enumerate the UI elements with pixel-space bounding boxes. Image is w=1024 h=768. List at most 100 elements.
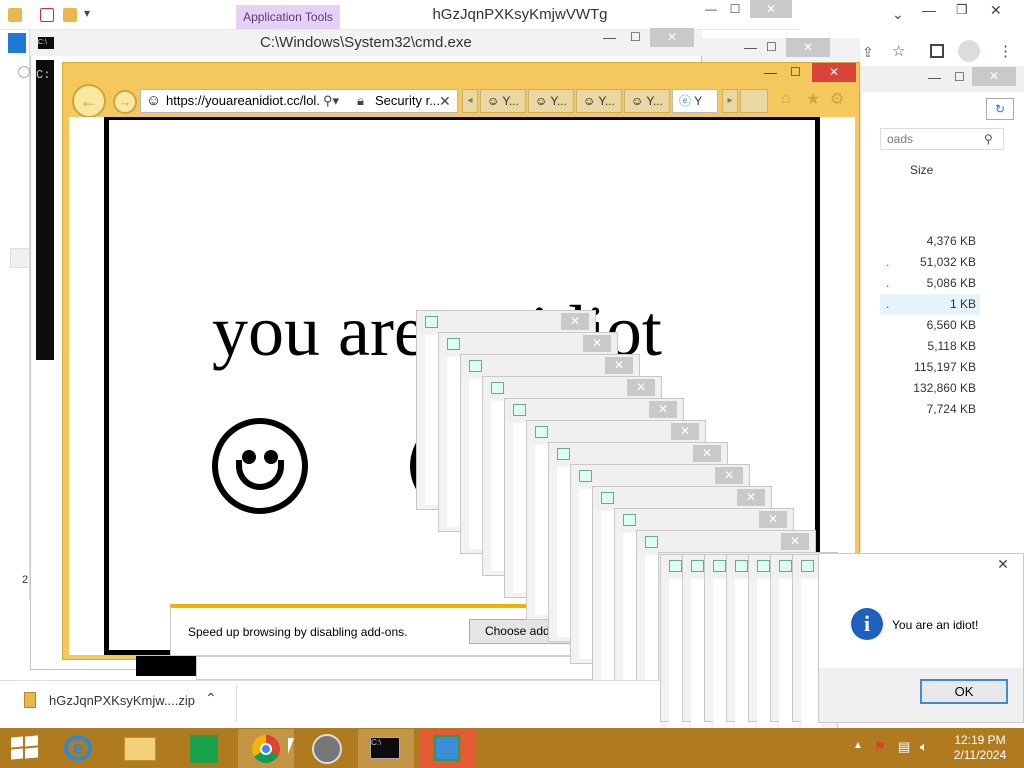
popup-close-button[interactable]: ✕	[671, 423, 699, 440]
back-arrow-icon[interactable]: ←	[72, 84, 106, 118]
side-panel-icon[interactable]	[930, 44, 944, 58]
gauge-app-taskbar-icon[interactable]	[300, 729, 356, 768]
browser-tab[interactable]: ☺ Y...	[576, 89, 622, 113]
customize-toolbar-icon[interactable]: ▾	[84, 6, 90, 20]
second-close-button[interactable]: ✕	[786, 38, 830, 57]
cmd-taskbar-icon[interactable]: C:\	[358, 729, 414, 768]
volume-muted-icon[interactable]: 🔈︎	[920, 739, 936, 755]
popup-close-button[interactable]: ✕	[561, 313, 589, 330]
popup-close-button[interactable]: ✕	[759, 511, 787, 528]
cmd-app-icon: C:\	[38, 37, 54, 49]
browser-tab[interactable]: ☺ Y...	[528, 89, 574, 113]
file-row[interactable]: 7,724 KB	[880, 399, 980, 420]
file-explorer-taskbar-icon[interactable]	[112, 729, 168, 768]
store-taskbar-icon[interactable]	[176, 729, 232, 768]
file-row[interactable]: 115,197 KB	[880, 357, 980, 378]
message-close-button[interactable]: ✕	[988, 555, 1018, 573]
popup-close-button[interactable]: ✕	[715, 467, 743, 484]
cmd-console[interactable]: C:	[36, 60, 54, 360]
popup-close-button[interactable]: ✕	[781, 533, 809, 550]
security-report-text[interactable]: Security r...	[375, 90, 439, 112]
file-row[interactable]: 4,376 KB	[880, 231, 980, 252]
properties-icon[interactable]	[40, 8, 54, 22]
chrome-menu-icon[interactable]: ⋮	[998, 42, 1013, 60]
popup-app-icon	[623, 514, 636, 526]
search-dropdown-icon[interactable]: ⚲▾	[323, 90, 339, 112]
tab-label: Y...	[550, 94, 567, 108]
windows-start-icon[interactable]	[11, 735, 39, 760]
popup-close-button[interactable]: ✕	[583, 335, 611, 352]
ie-close-button[interactable]: ✕	[812, 63, 856, 82]
show-hidden-icons[interactable]: ▲	[853, 740, 863, 751]
nav-pane-item[interactable]	[10, 248, 30, 268]
chrome-minimize-button[interactable]: —	[922, 2, 936, 18]
cmd-minimize-button[interactable]: —	[603, 30, 616, 45]
site-favicon-icon: ☺	[146, 92, 162, 109]
message-text: You are an idiot!	[892, 618, 979, 632]
settings-gear-icon[interactable]: ⚙	[830, 89, 844, 109]
explorer-file-tab[interactable]	[8, 33, 26, 53]
tab-scroll-left-icon[interactable]: ◂	[462, 89, 478, 113]
size-column-header[interactable]: Size	[910, 163, 933, 177]
network-icon[interactable]: ▤	[898, 739, 914, 755]
file-name-fragment: .	[886, 255, 890, 269]
forward-arrow-icon[interactable]: →	[113, 90, 137, 114]
taskbar-clock[interactable]: 12:19 PM 2/11/2024	[940, 733, 1020, 763]
popup-close-button[interactable]: ✕	[649, 401, 677, 418]
cmd-close-button[interactable]: ✕	[650, 28, 694, 47]
file-row[interactable]: . 5,086 KB	[880, 273, 980, 294]
file-row[interactable]: 5,118 KB	[880, 336, 980, 357]
tab-scroll-right-icon[interactable]: ▸	[722, 89, 738, 113]
internet-explorer-taskbar-icon[interactable]: e	[52, 729, 108, 768]
new-folder-icon[interactable]	[63, 8, 77, 22]
popup-app-icon	[779, 560, 792, 572]
file-row[interactable]: . 1 KB	[880, 294, 980, 315]
second-maximize-button[interactable]: ☐	[766, 40, 777, 54]
action-center-icon[interactable]: ⚑	[874, 739, 890, 755]
refresh-icon[interactable]: ↻	[986, 98, 1014, 120]
downloads-close-button[interactable]: ✕	[972, 67, 1016, 86]
address-bar[interactable]: ☺ https://youareanidiot.cc/lol. ⚲▾ 🔒︎ Se…	[140, 89, 458, 113]
download-filename[interactable]: hGzJqnPXKsyKmjw....zip	[49, 693, 195, 708]
ie-maximize-button[interactable]: ☐	[790, 65, 801, 79]
tab-active[interactable]: ⓔ Y	[672, 89, 718, 113]
file-name-fragment: .	[886, 276, 890, 290]
downloads-minimize-button[interactable]: —	[928, 70, 941, 85]
browser-tab[interactable]: ☺ Y...	[480, 89, 526, 113]
bookmark-star-icon[interactable]: ☆	[892, 42, 905, 60]
back-circle-icon[interactable]	[18, 66, 30, 78]
stop-icon[interactable]: ✕	[439, 90, 451, 112]
popup-close-button[interactable]: ✕	[737, 489, 765, 506]
share-icon[interactable]: ⇪	[862, 44, 874, 61]
file-size: 51,032 KB	[919, 255, 976, 269]
application-tools-tab[interactable]: Application Tools	[236, 5, 340, 29]
clock-date: 2/11/2024	[953, 748, 1007, 762]
installer-taskbar-icon[interactable]	[420, 729, 476, 768]
page-black-bar	[136, 656, 196, 676]
file-row[interactable]: 6,560 KB	[880, 315, 980, 336]
downloads-maximize-button[interactable]: ☐	[954, 70, 965, 84]
second-minimize-button[interactable]: —	[744, 40, 757, 55]
popup-close-button[interactable]: ✕	[605, 357, 633, 374]
popup-app-icon	[513, 404, 526, 416]
chrome-close-button[interactable]: ✕	[990, 2, 1002, 19]
cmd-maximize-button[interactable]: ☐	[630, 30, 641, 44]
file-size: 132,860 KB	[913, 381, 976, 395]
popup-close-button[interactable]: ✕	[627, 379, 655, 396]
file-row[interactable]: 132,860 KB	[880, 378, 980, 399]
chrome-taskbar-icon[interactable]	[238, 729, 294, 768]
new-tab-button[interactable]	[740, 89, 768, 113]
profile-avatar[interactable]	[958, 40, 980, 62]
browser-tab[interactable]: ☺ Y...	[624, 89, 670, 113]
url-text[interactable]: https://youareanidiot.cc/lol.	[166, 90, 321, 112]
chevron-up-icon[interactable]: ⌃	[205, 690, 217, 707]
file-row[interactable]: . 51,032 KB	[880, 252, 980, 273]
popup-close-button[interactable]: ✕	[693, 445, 721, 462]
ok-button[interactable]: OK	[920, 679, 1008, 704]
chrome-restore-button[interactable]: ❐	[956, 2, 968, 18]
chevron-down-icon[interactable]: ⌄	[892, 6, 904, 23]
home-icon[interactable]: ⌂	[781, 90, 791, 108]
favorites-star-icon[interactable]: ★	[806, 89, 820, 109]
explorer-close-button[interactable]: ✕	[750, 0, 792, 18]
ie-minimize-button[interactable]: —	[764, 65, 777, 80]
